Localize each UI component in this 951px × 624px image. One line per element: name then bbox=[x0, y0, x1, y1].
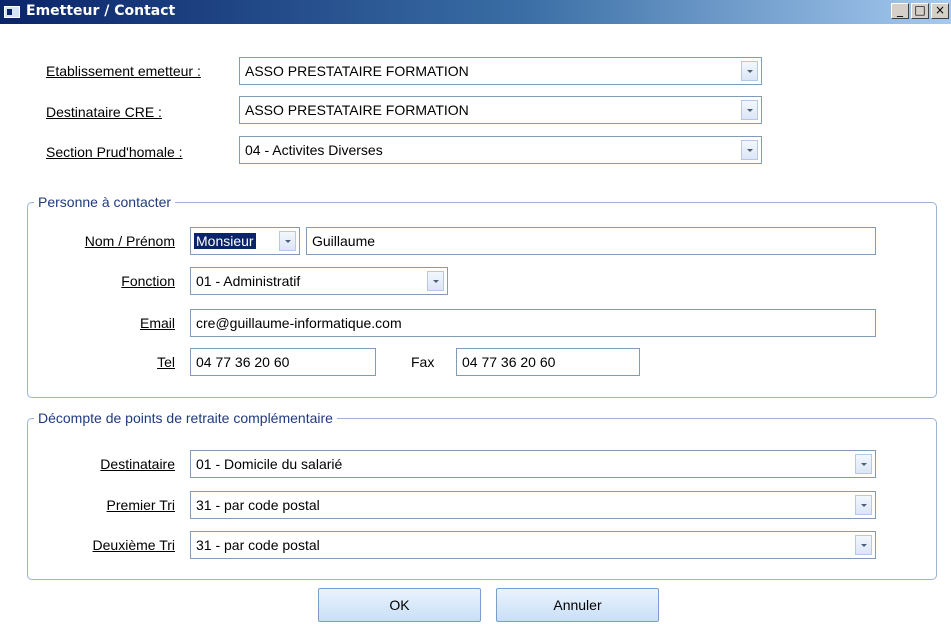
destinataire-select[interactable]: 01 - Domicile du salarié bbox=[190, 450, 876, 478]
deuxieme-tri-label: Deuxième Tri bbox=[92, 537, 175, 553]
window-controls: _ □ × bbox=[889, 3, 949, 19]
email-input[interactable]: cre@guillaume-informatique.com bbox=[190, 309, 876, 337]
premier-tri-label: Premier Tri bbox=[106, 497, 175, 513]
dialog-body: Etablissement emetteur : ASSO PRESTATAIR… bbox=[10, 24, 951, 624]
etablissement-label: Etablissement emetteur : bbox=[46, 63, 201, 79]
fax-label: Fax bbox=[411, 354, 435, 370]
contact-legend: Personne à contacter bbox=[38, 194, 172, 210]
window-title: Emetteur / Contact bbox=[26, 3, 176, 19]
premier-tri-select[interactable]: 31 - par code postal bbox=[190, 491, 876, 519]
deuxieme-tri-select[interactable]: 31 - par code postal bbox=[190, 531, 876, 559]
destinataire-cre-select[interactable]: ASSO PRESTATAIRE FORMATION bbox=[239, 96, 762, 124]
chevron-down-icon[interactable] bbox=[279, 231, 296, 251]
section-select[interactable]: 04 - Activites Diverses bbox=[239, 136, 762, 164]
cancel-button[interactable]: Annuler bbox=[496, 588, 659, 622]
chevron-down-icon[interactable] bbox=[855, 535, 872, 555]
chevron-down-icon[interactable] bbox=[741, 140, 758, 160]
dialog-window: Emetteur / Contact _ □ × Etablissement e… bbox=[0, 0, 951, 624]
chevron-down-icon[interactable] bbox=[855, 454, 872, 474]
fonction-select[interactable]: 01 - Administratif bbox=[190, 267, 448, 295]
tel-input[interactable]: 04 77 36 20 60 bbox=[190, 348, 376, 376]
chevron-down-icon[interactable] bbox=[427, 271, 444, 291]
maximize-button[interactable]: □ bbox=[911, 3, 929, 19]
window-icon bbox=[4, 6, 20, 18]
prenom-input[interactable]: Guillaume bbox=[306, 227, 876, 255]
fax-input[interactable]: 04 77 36 20 60 bbox=[456, 348, 640, 376]
ok-button[interactable]: OK bbox=[318, 588, 481, 622]
decompte-legend: Décompte de points de retraite complémen… bbox=[38, 410, 333, 426]
chevron-down-icon[interactable] bbox=[855, 495, 872, 515]
title-bar[interactable]: Emetteur / Contact _ □ × bbox=[0, 0, 951, 24]
chevron-down-icon[interactable] bbox=[741, 100, 758, 120]
fonction-label: Fonction bbox=[121, 273, 175, 289]
email-label: Email bbox=[139, 315, 175, 331]
etablissement-select[interactable]: ASSO PRESTATAIRE FORMATION bbox=[239, 57, 762, 85]
close-button[interactable]: × bbox=[931, 3, 949, 19]
tel-label: Tel bbox=[157, 354, 175, 370]
destinataire-cre-label: Destinataire CRE : bbox=[46, 104, 162, 120]
nom-label: Nom / Prénom bbox=[84, 233, 175, 249]
chevron-down-icon[interactable] bbox=[741, 61, 758, 81]
destinataire-label: Destinataire bbox=[100, 456, 175, 472]
civilite-select[interactable]: Monsieur bbox=[190, 227, 300, 255]
section-label: Section Prud'homale : bbox=[46, 144, 183, 160]
minimize-button[interactable]: _ bbox=[891, 3, 909, 19]
